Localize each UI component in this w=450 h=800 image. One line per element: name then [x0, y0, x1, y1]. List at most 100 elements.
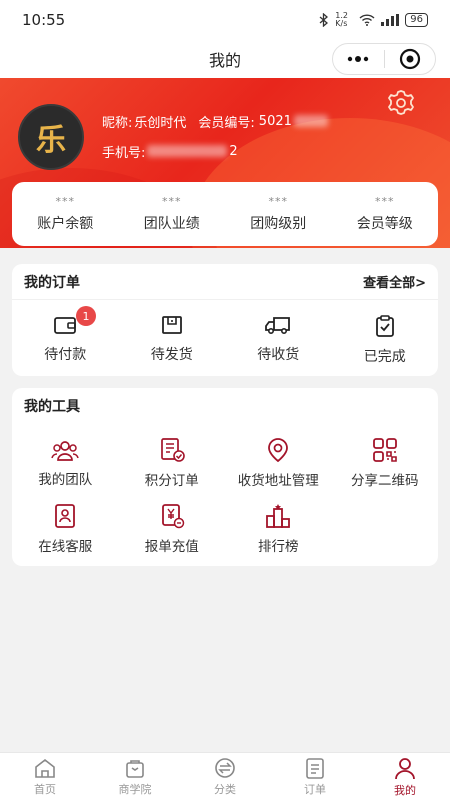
order-status-pending-payment[interactable]: 1 待付款 [12, 306, 119, 366]
network-speed-text: 1.2 K/s [335, 11, 348, 28]
clipboard-check-icon [375, 315, 394, 337]
tool-label: 分享二维码 [351, 473, 419, 489]
gear-icon [388, 90, 414, 115]
wifi-icon [359, 14, 375, 26]
truck-icon [265, 317, 291, 335]
stat-team-performance[interactable]: *** 团队业绩 [119, 195, 226, 233]
stat-label: 会员等级 [356, 216, 413, 232]
order-status-label: 已完成 [363, 349, 406, 365]
tool-recharge[interactable]: 报单充值 [119, 496, 226, 562]
stat-value: *** [162, 195, 182, 208]
orders-header: 我的订单 查看全部> [12, 264, 438, 300]
member-no-label: 会员编号: [198, 115, 255, 131]
tab-label: 首页 [34, 782, 56, 796]
signal-icon [381, 14, 400, 26]
bluetooth-icon [319, 13, 329, 27]
order-status-label: 待付款 [44, 347, 87, 363]
order-list-icon [306, 757, 324, 779]
tool-label: 我的团队 [38, 472, 93, 488]
location-pin-icon [268, 438, 289, 463]
member-no-redacted [293, 115, 328, 127]
tool-share-qr-code[interactable]: 分享二维码 [332, 430, 439, 496]
tool-label: 排行榜 [258, 539, 299, 555]
nickname-label: 昵称: [102, 115, 133, 131]
stat-member-level[interactable]: *** 会员等级 [332, 195, 439, 233]
miniprogram-capsule [332, 43, 436, 75]
phone-label: 手机号: [102, 145, 146, 161]
tab-profile[interactable]: 我的 [360, 753, 450, 800]
battery-indicator: 96 [405, 13, 428, 27]
pending-payment-badge: 1 [76, 306, 96, 326]
team-icon [51, 441, 79, 461]
phone-suffix: 2 [229, 143, 238, 159]
stat-value: *** [375, 195, 395, 208]
orders-title: 我的订单 [24, 274, 80, 291]
more-button[interactable] [333, 44, 384, 74]
page-title: 我的 [208, 51, 241, 70]
tab-category[interactable]: 分类 [180, 753, 270, 800]
stat-label: 账户余额 [37, 216, 94, 232]
wallet-icon [54, 317, 77, 334]
stat-group-level[interactable]: *** 团购级别 [225, 195, 332, 233]
nav-bar: 我的 [0, 40, 450, 78]
my-tools-card: 我的工具 我的团队 积分订单 收货地址管理 分享二维码 在线客服 报单充值 排行… [12, 388, 438, 566]
category-icon [215, 757, 235, 778]
tool-my-team[interactable]: 我的团队 [12, 430, 119, 496]
tab-orders[interactable]: 订单 [270, 753, 360, 800]
points-order-icon [160, 438, 185, 462]
qr-code-icon [372, 438, 397, 462]
tab-label: 订单 [304, 782, 326, 796]
status-bar: 10:55 1.2 K/s 96 [0, 0, 450, 40]
customer-service-icon [55, 504, 76, 528]
close-miniprogram-button[interactable] [385, 44, 436, 74]
tool-leaderboard[interactable]: 排行榜 [225, 496, 332, 562]
avatar-logo-text: 乐 [36, 123, 66, 158]
target-icon [399, 48, 420, 70]
more-dots-icon [348, 56, 369, 62]
stat-balance[interactable]: *** 账户余额 [12, 195, 119, 233]
tools-header: 我的工具 [12, 388, 438, 424]
tool-label: 在线客服 [38, 539, 93, 555]
view-all-orders-link[interactable]: 查看全部> [363, 272, 426, 291]
recharge-icon [161, 504, 184, 529]
order-status-list: 1 待付款 待发货 待收货 已完成 [12, 300, 438, 366]
tools-title: 我的工具 [24, 399, 80, 415]
tab-business-school[interactable]: 商学院 [90, 753, 180, 800]
tool-address-management[interactable]: 收货地址管理 [225, 430, 332, 496]
stat-label: 团队业绩 [143, 216, 200, 232]
stat-value: *** [268, 195, 288, 208]
user-info-row-1: 昵称: 乐创时代 会员编号: 5021 [102, 110, 330, 132]
tool-online-service[interactable]: 在线客服 [12, 496, 119, 562]
member-no: 5021 [258, 113, 292, 129]
school-bag-icon [126, 759, 144, 778]
order-status-pending-shipment[interactable]: 待发货 [119, 314, 226, 366]
user-info-row-2: 手机号: 2 [102, 140, 330, 162]
tool-label: 收货地址管理 [237, 473, 319, 489]
my-orders-card: 我的订单 查看全部> 1 待付款 待发货 待收货 已完成 [12, 264, 438, 376]
user-info: 昵称: 乐创时代 会员编号: 5021 手机号: 2 [102, 110, 330, 170]
stat-label: 团购级别 [250, 216, 307, 232]
tab-label: 分类 [214, 782, 236, 796]
status-time: 10:55 [22, 11, 66, 29]
tab-label: 我的 [394, 783, 416, 797]
order-status-label: 待收货 [257, 347, 300, 363]
profile-icon [395, 757, 415, 779]
tools-grid: 我的团队 积分订单 收货地址管理 分享二维码 在线客服 报单充值 排行榜 [12, 424, 438, 562]
tab-home[interactable]: 首页 [0, 753, 90, 800]
phone-redacted [147, 145, 228, 157]
order-status-label: 待发货 [150, 347, 193, 363]
order-status-pending-receipt[interactable]: 待收货 [225, 314, 332, 366]
tool-label: 报单充值 [144, 539, 199, 555]
avatar[interactable]: 乐 [18, 104, 84, 170]
status-icons: 1.2 K/s 96 [319, 12, 428, 28]
order-status-completed[interactable]: 已完成 [332, 314, 439, 366]
tab-label: 商学院 [118, 782, 152, 796]
settings-button[interactable] [386, 88, 416, 122]
package-icon [161, 316, 182, 334]
home-icon [35, 758, 55, 778]
stat-value: *** [55, 195, 75, 208]
tool-points-orders[interactable]: 积分订单 [119, 430, 226, 496]
account-stats-card: *** 账户余额 *** 团队业绩 *** 团购级别 *** 会员等级 [12, 182, 438, 246]
tool-label: 积分订单 [144, 473, 199, 489]
ranking-icon [266, 504, 291, 528]
